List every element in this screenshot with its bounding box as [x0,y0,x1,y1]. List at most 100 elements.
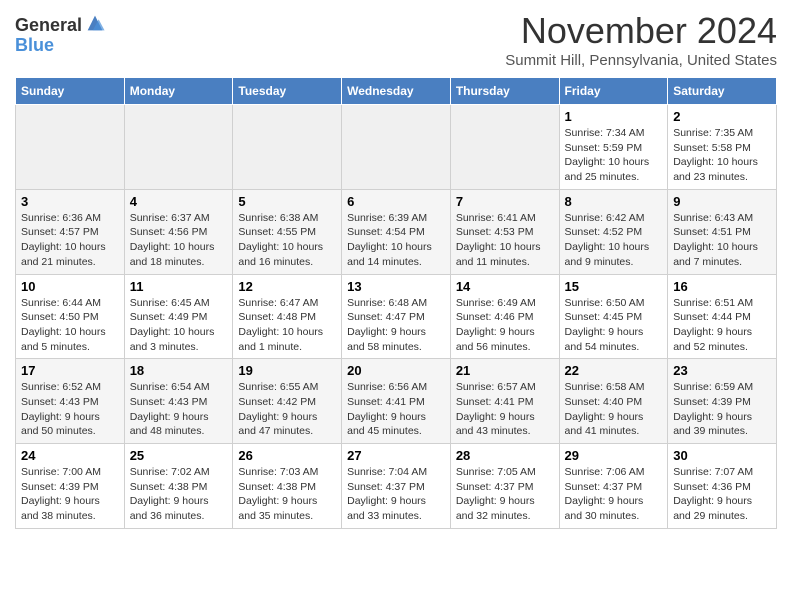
day-info: Sunrise: 6:43 AM Sunset: 4:51 PM Dayligh… [673,211,771,270]
day-number: 22 [565,363,663,378]
day-number: 28 [456,448,554,463]
day-number: 20 [347,363,445,378]
day-number: 3 [21,194,119,209]
day-number: 5 [238,194,336,209]
calendar-cell [16,105,125,190]
day-info: Sunrise: 6:44 AM Sunset: 4:50 PM Dayligh… [21,296,119,355]
day-number: 18 [130,363,228,378]
day-header-thursday: Thursday [450,78,559,105]
day-info: Sunrise: 6:51 AM Sunset: 4:44 PM Dayligh… [673,296,771,355]
calendar-cell: 29 Sunrise: 7:06 AM Sunset: 4:37 PM Dayli… [559,444,668,529]
calendar-cell: 4 Sunrise: 6:37 AM Sunset: 4:56 PM Daylig… [124,189,233,274]
day-info: Sunrise: 6:50 AM Sunset: 4:45 PM Dayligh… [565,296,663,355]
day-header-sunday: Sunday [16,78,125,105]
calendar-cell: 8 Sunrise: 6:42 AM Sunset: 4:52 PM Daylig… [559,189,668,274]
calendar-cell [450,105,559,190]
day-number: 15 [565,279,663,294]
calendar-week-row: 17Sunrise: 6:52 AM Sunset: 4:43 PM Dayli… [16,359,777,444]
calendar-cell: 30 Sunrise: 7:07 AM Sunset: 4:36 PM Dayli… [668,444,777,529]
calendar-cell: 13 Sunrise: 6:48 AM Sunset: 4:47 PM Dayli… [342,274,451,359]
calendar-week-row: 24 Sunrise: 7:00 AM Sunset: 4:39 PM Dayli… [16,444,777,529]
day-info: Sunrise: 6:48 AM Sunset: 4:47 PM Dayligh… [347,296,445,355]
calendar-cell: 5 Sunrise: 6:38 AM Sunset: 4:55 PM Daylig… [233,189,342,274]
calendar-header-row: SundayMondayTuesdayWednesdayThursdayFrid… [16,78,777,105]
calendar-cell: 16 Sunrise: 6:51 AM Sunset: 4:44 PM Dayli… [668,274,777,359]
day-info: Sunrise: 7:00 AM Sunset: 4:39 PM Dayligh… [21,465,119,524]
calendar-table: SundayMondayTuesdayWednesdayThursdayFrid… [15,77,777,529]
calendar-cell: 22Sunrise: 6:58 AM Sunset: 4:40 PM Dayli… [559,359,668,444]
day-number: 29 [565,448,663,463]
day-number: 30 [673,448,771,463]
logo: General Blue [15,16,106,56]
day-number: 21 [456,363,554,378]
calendar-week-row: 1 Sunrise: 7:34 AM Sunset: 5:59 PM Daylig… [16,105,777,190]
day-number: 16 [673,279,771,294]
day-info: Sunrise: 7:35 AM Sunset: 5:58 PM Dayligh… [673,126,771,185]
day-number: 17 [21,363,119,378]
day-number: 13 [347,279,445,294]
day-number: 27 [347,448,445,463]
logo-general-text: General [15,16,82,36]
calendar-cell: 9Sunrise: 6:43 AM Sunset: 4:51 PM Daylig… [668,189,777,274]
day-header-wednesday: Wednesday [342,78,451,105]
calendar-cell: 3Sunrise: 6:36 AM Sunset: 4:57 PM Daylig… [16,189,125,274]
calendar-cell [342,105,451,190]
calendar-week-row: 3Sunrise: 6:36 AM Sunset: 4:57 PM Daylig… [16,189,777,274]
day-number: 24 [21,448,119,463]
day-number: 11 [130,279,228,294]
day-number: 6 [347,194,445,209]
day-info: Sunrise: 7:03 AM Sunset: 4:38 PM Dayligh… [238,465,336,524]
day-number: 2 [673,109,771,124]
day-number: 23 [673,363,771,378]
page-header: General Blue November 2024 Summit Hill, … [15,10,777,69]
day-number: 19 [238,363,336,378]
location-title: Summit Hill, Pennsylvania, United States [505,52,777,69]
day-info: Sunrise: 6:49 AM Sunset: 4:46 PM Dayligh… [456,296,554,355]
day-number: 1 [565,109,663,124]
day-info: Sunrise: 6:55 AM Sunset: 4:42 PM Dayligh… [238,380,336,439]
logo-blue-text: Blue [15,36,82,56]
calendar-cell: 10 Sunrise: 6:44 AM Sunset: 4:50 PM Dayli… [16,274,125,359]
day-number: 4 [130,194,228,209]
day-info: Sunrise: 6:59 AM Sunset: 4:39 PM Dayligh… [673,380,771,439]
day-info: Sunrise: 6:45 AM Sunset: 4:49 PM Dayligh… [130,296,228,355]
calendar-cell: 1 Sunrise: 7:34 AM Sunset: 5:59 PM Daylig… [559,105,668,190]
day-info: Sunrise: 7:05 AM Sunset: 4:37 PM Dayligh… [456,465,554,524]
day-info: Sunrise: 6:56 AM Sunset: 4:41 PM Dayligh… [347,380,445,439]
day-number: 10 [21,279,119,294]
day-header-saturday: Saturday [668,78,777,105]
day-number: 12 [238,279,336,294]
day-info: Sunrise: 6:42 AM Sunset: 4:52 PM Dayligh… [565,211,663,270]
calendar-cell: 19 Sunrise: 6:55 AM Sunset: 4:42 PM Dayli… [233,359,342,444]
day-info: Sunrise: 6:38 AM Sunset: 4:55 PM Dayligh… [238,211,336,270]
day-info: Sunrise: 6:54 AM Sunset: 4:43 PM Dayligh… [130,380,228,439]
day-info: Sunrise: 7:34 AM Sunset: 5:59 PM Dayligh… [565,126,663,185]
day-number: 25 [130,448,228,463]
day-info: Sunrise: 7:07 AM Sunset: 4:36 PM Dayligh… [673,465,771,524]
calendar-cell: 27 Sunrise: 7:04 AM Sunset: 4:37 PM Dayli… [342,444,451,529]
calendar-week-row: 10 Sunrise: 6:44 AM Sunset: 4:50 PM Dayli… [16,274,777,359]
day-info: Sunrise: 6:39 AM Sunset: 4:54 PM Dayligh… [347,211,445,270]
title-area: November 2024 Summit Hill, Pennsylvania,… [505,10,777,69]
day-info: Sunrise: 6:41 AM Sunset: 4:53 PM Dayligh… [456,211,554,270]
calendar-cell [124,105,233,190]
calendar-cell: 6 Sunrise: 6:39 AM Sunset: 4:54 PM Daylig… [342,189,451,274]
calendar-cell: 2 Sunrise: 7:35 AM Sunset: 5:58 PM Daylig… [668,105,777,190]
calendar-cell: 25Sunrise: 7:02 AM Sunset: 4:38 PM Dayli… [124,444,233,529]
day-info: Sunrise: 7:06 AM Sunset: 4:37 PM Dayligh… [565,465,663,524]
month-title: November 2024 [505,10,777,52]
calendar-cell: 17Sunrise: 6:52 AM Sunset: 4:43 PM Dayli… [16,359,125,444]
calendar-cell: 11 Sunrise: 6:45 AM Sunset: 4:49 PM Dayli… [124,274,233,359]
calendar-cell: 18 Sunrise: 6:54 AM Sunset: 4:43 PM Dayli… [124,359,233,444]
day-info: Sunrise: 6:47 AM Sunset: 4:48 PM Dayligh… [238,296,336,355]
calendar-cell: 28 Sunrise: 7:05 AM Sunset: 4:37 PM Dayli… [450,444,559,529]
day-number: 8 [565,194,663,209]
day-header-monday: Monday [124,78,233,105]
day-header-tuesday: Tuesday [233,78,342,105]
day-info: Sunrise: 6:37 AM Sunset: 4:56 PM Dayligh… [130,211,228,270]
calendar-cell: 15 Sunrise: 6:50 AM Sunset: 4:45 PM Dayli… [559,274,668,359]
calendar-cell: 24 Sunrise: 7:00 AM Sunset: 4:39 PM Dayli… [16,444,125,529]
calendar-cell [233,105,342,190]
day-info: Sunrise: 7:04 AM Sunset: 4:37 PM Dayligh… [347,465,445,524]
day-number: 26 [238,448,336,463]
